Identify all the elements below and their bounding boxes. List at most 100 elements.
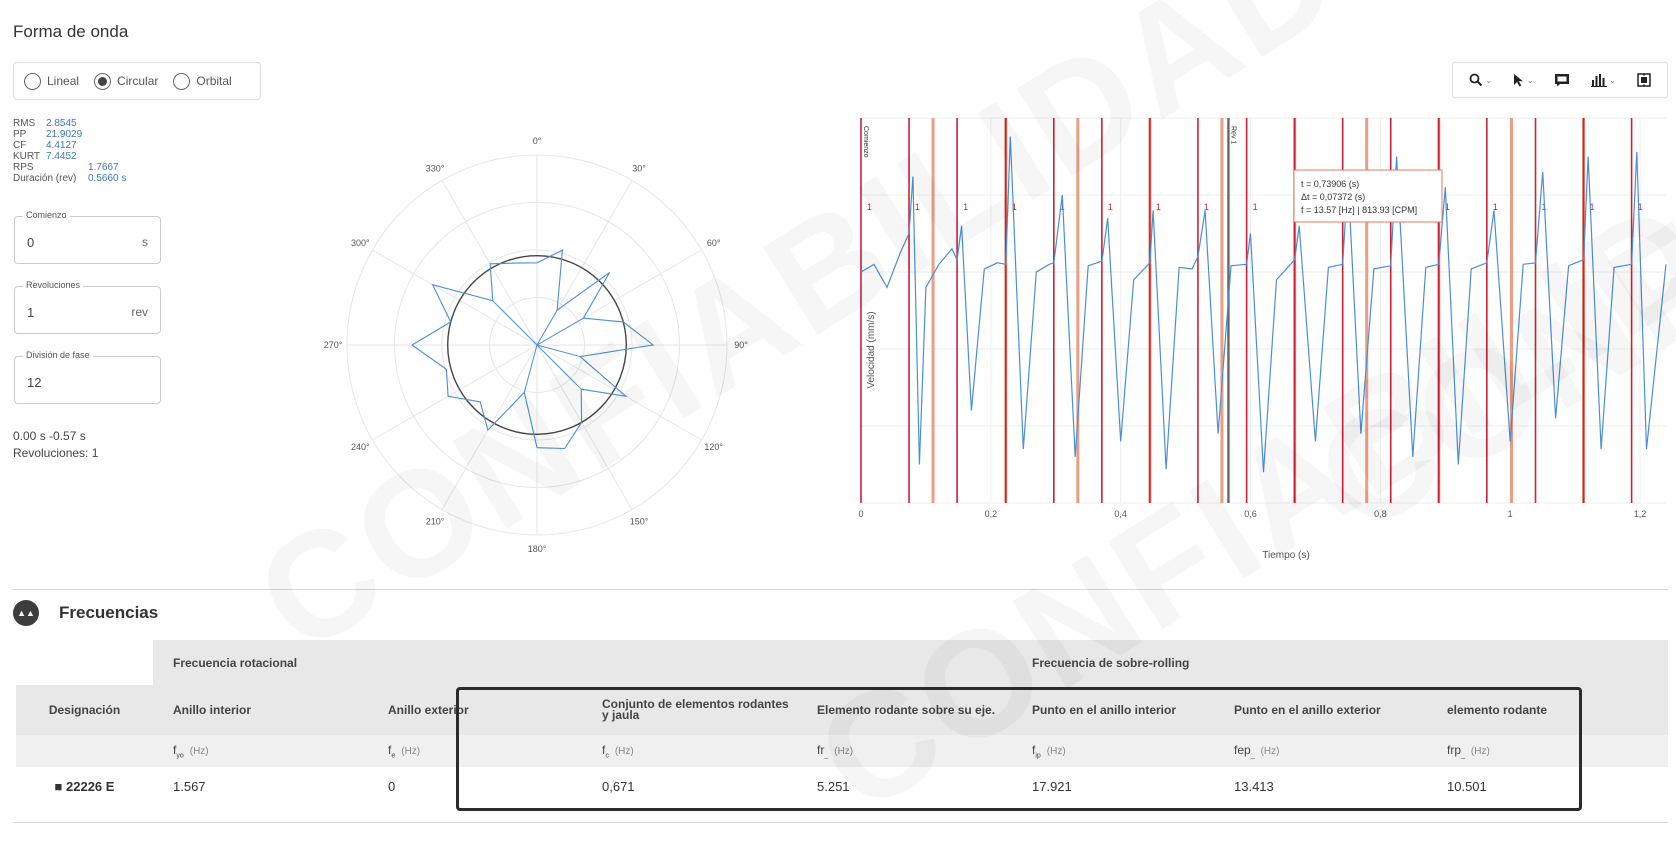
polar-angle-label: 210° xyxy=(426,517,445,527)
stat-value: 2.8545 xyxy=(46,118,77,129)
radio-label: Lineal xyxy=(47,74,80,88)
radio-lineal[interactable]: Lineal xyxy=(24,72,80,90)
revolutions-field-unit: rev xyxy=(131,305,148,319)
value-cell: 1.567 xyxy=(153,767,368,805)
harmonic-marker-label: 1 xyxy=(1108,202,1113,212)
radio-label: Orbital xyxy=(196,74,232,88)
x-tick-label: 0,4 xyxy=(1114,509,1127,519)
tooltip-line: Δt = 0,07372 (s) xyxy=(1301,192,1365,202)
unit-cell: fep_ (Hz) xyxy=(1214,735,1427,767)
start-field-label: Comienzo xyxy=(23,210,70,220)
unit: (Hz) xyxy=(614,745,634,757)
unit: (Hz) xyxy=(1260,745,1280,757)
x-axis-title: Tiempo (s) xyxy=(1262,550,1309,561)
symbol-sub: e xyxy=(391,752,396,760)
stat-key: Duración (rev) xyxy=(13,173,77,184)
radio-dot xyxy=(24,72,41,90)
unit-cell: frp_ (Hz) xyxy=(1427,735,1668,767)
phase-division-field[interactable]: División de fase 12 xyxy=(14,350,161,404)
value-cell: 5.251 xyxy=(797,767,1012,805)
column-header: Punto en el anillo exterior xyxy=(1214,685,1427,735)
harmonic-marker-label: 1 xyxy=(1253,202,1258,212)
symbol-sub: yo xyxy=(176,752,184,760)
value-cell: 17.921 xyxy=(1012,767,1214,805)
polar-angle-label: 30° xyxy=(632,163,646,173)
group-header-row: Frecuencia rotacional Frecuencia de sobr… xyxy=(16,640,1668,685)
column-header: Punto en el anillo interior xyxy=(1012,685,1214,735)
group-header-rotational: Frecuencia rotacional xyxy=(153,640,1012,685)
waveform-stats: RMS 2.8545 PP 21.9029 CF 4.4127 KURT 7.4452 … xyxy=(13,118,126,184)
waveform-series-line xyxy=(860,136,1667,473)
frequencies-header: ▲▲ Frecuencias xyxy=(13,600,158,626)
cursor-tooltip: t = 0,73906 (s) Δt = 0,07372 (s) f = 13.… xyxy=(1293,169,1443,223)
bar-chart-icon xyxy=(1591,74,1608,87)
unit: (Hz) xyxy=(189,745,209,757)
polar-angle-label: 300° xyxy=(351,238,370,248)
waveform-chart: 1050-5-10-1500,20,40,60,811,2 1111111111… xyxy=(858,117,1667,561)
polar-grid-spoke xyxy=(372,344,538,441)
start-field-value: 0 xyxy=(27,235,35,250)
unit-cell: fc (Hz) xyxy=(582,735,797,767)
start-marker-label: Comienzo xyxy=(862,126,869,158)
symbol: frp xyxy=(1447,742,1462,757)
chevron-down-icon: ⌄ xyxy=(1609,75,1616,85)
polar-grid-spoke xyxy=(441,344,538,510)
unit-cell: fr_ (Hz) xyxy=(797,735,1012,767)
bar-chart-button[interactable]: ⌄ xyxy=(1591,73,1616,87)
polar-angle-label: 150° xyxy=(630,517,649,527)
unit-cell: fe (Hz) xyxy=(368,735,582,767)
stat-key: CF xyxy=(13,140,27,151)
group-header-overrolling: Frecuencia de sobre-rolling xyxy=(1012,640,1668,685)
revolutions-field-value: 1 xyxy=(27,305,35,320)
tooltip-line: f = 13.57 [Hz] | 813.93 [CPM] xyxy=(1301,205,1417,215)
time-range-summary: 0.00 s -0.57 s Revoluciones: 1 xyxy=(13,428,98,462)
frequencies-icon: ▲▲ xyxy=(13,600,39,626)
symbol-sub: _ xyxy=(1461,752,1465,760)
radio-label: Circular xyxy=(117,74,159,88)
column-header: Anillo exterior xyxy=(368,685,582,735)
revolutions-field[interactable]: Revoluciones 1 rev xyxy=(14,280,161,334)
frequencies-table: Frecuencia rotacional Frecuencia de sobr… xyxy=(16,640,1668,805)
polar-angle-label: 60° xyxy=(707,238,721,248)
harmonic-marker-label: 1 xyxy=(867,202,872,212)
radio-orbital[interactable]: Orbital xyxy=(173,72,232,90)
unit: (Hz) xyxy=(1470,745,1490,757)
time-range-text: 0.00 s -0.57 s xyxy=(13,429,86,443)
pointer-button[interactable]: ⌄ xyxy=(1513,73,1534,87)
tooltip-line: t = 0,73906 (s) xyxy=(1301,179,1359,189)
frequencies-title: Frecuencias xyxy=(59,603,159,622)
fit-button[interactable] xyxy=(1636,73,1651,87)
stat-key: KURT xyxy=(13,151,41,162)
polar-angle-label: 270° xyxy=(324,340,343,350)
zoom-button[interactable]: ⌄ xyxy=(1469,73,1492,87)
unit-cell: fyo (Hz) xyxy=(153,735,368,767)
symbol: fep xyxy=(1234,742,1251,757)
chart-toolbar: ⌄ ⌄ ⌄ xyxy=(1452,62,1668,98)
x-tick-label: 0,8 xyxy=(1374,509,1387,519)
polar-angle-label: 120° xyxy=(704,442,723,452)
revolutions-text: Revoluciones: 1 xyxy=(13,446,99,460)
polar-chart: 0° 30° 60° 90° 120° 150° 180° 210° 240° 270° 300° 3… xyxy=(324,136,749,554)
harmonic-marker-label: 1 xyxy=(963,202,968,212)
chevron-down-icon: ⌄ xyxy=(1526,75,1534,85)
zoom-icon xyxy=(1469,73,1483,87)
polar-angle-label: 90° xyxy=(734,340,748,350)
unit-cell: fip (Hz) xyxy=(1012,735,1214,767)
polar-spike xyxy=(536,309,558,346)
comment-button[interactable] xyxy=(1554,73,1570,87)
start-field[interactable]: Comienzo 0 s xyxy=(14,210,161,264)
empty-cell xyxy=(16,735,153,767)
designation-cell: ■ 22226 E xyxy=(16,767,153,805)
stat-key: RMS xyxy=(13,118,36,129)
table-row[interactable]: ■ 22226 E 1.567 0 0,671 5.251 17.921 13.… xyxy=(16,767,1668,805)
divider xyxy=(13,589,1668,590)
radio-circular[interactable]: Circular xyxy=(94,72,159,90)
polar-angle-label: 180° xyxy=(528,544,547,554)
polar-angle-label: 0° xyxy=(533,136,542,146)
symbol-sub: c xyxy=(605,752,609,760)
empty-cell xyxy=(16,640,153,685)
chevron-down-icon: ⌄ xyxy=(1485,75,1493,85)
stat-value: 21.9029 xyxy=(46,129,83,140)
stat-value: 7.4452 xyxy=(46,151,77,162)
stat-value: 0.5660 s xyxy=(88,173,127,184)
